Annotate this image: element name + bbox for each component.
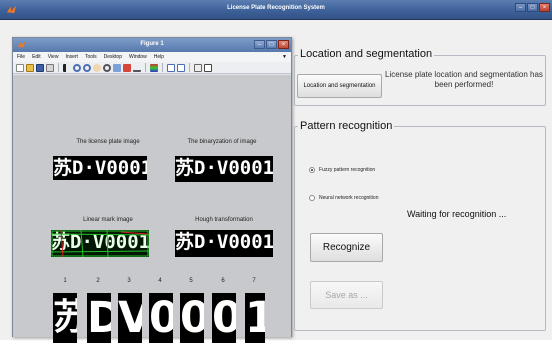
brush-icon[interactable] xyxy=(123,63,131,72)
pointer-icon[interactable] xyxy=(63,63,71,72)
segmented-char-3: V xyxy=(118,293,142,343)
save-icon[interactable] xyxy=(36,63,44,72)
pattern-group-label: Pattern recognition xyxy=(298,120,395,132)
hide-tools-icon[interactable] xyxy=(177,63,185,72)
dock-tools-icon[interactable] xyxy=(204,63,212,72)
figure-minimize-button[interactable]: – xyxy=(254,40,265,49)
link-icon[interactable] xyxy=(133,64,141,72)
fuzzy-radio-button[interactable] xyxy=(309,167,315,173)
hough-image: 苏D·V0001 xyxy=(175,230,273,257)
neural-radio-label: Neural network recognition xyxy=(319,195,379,201)
segmented-char-5: 0 xyxy=(180,293,204,343)
menu-desktop[interactable]: Desktop xyxy=(104,54,122,60)
binaryzation-image: 苏D·V0001 xyxy=(175,156,273,182)
bottom-strip xyxy=(0,340,552,354)
menu-edit[interactable]: Edit xyxy=(32,54,41,60)
rotate-icon[interactable] xyxy=(103,63,111,72)
linear-mark-image: 苏D·V0001 xyxy=(51,230,149,257)
neural-radio-row[interactable]: Neural network recognition xyxy=(309,195,378,201)
toolbar-separator xyxy=(58,63,59,72)
hough-title: Hough transformation xyxy=(195,217,253,223)
toolbar-separator xyxy=(189,63,190,72)
menu-tools[interactable]: Tools xyxy=(85,54,97,60)
figure-titlebar[interactable]: Figure 1 – □ × xyxy=(13,38,291,52)
char-label: 4 xyxy=(158,278,162,284)
zoom-out-icon[interactable] xyxy=(83,63,91,72)
menu-insert[interactable]: Insert xyxy=(65,54,78,60)
show-tools-icon[interactable] xyxy=(194,63,202,72)
minimize-button[interactable]: – xyxy=(515,3,526,12)
figure-toolbar xyxy=(13,62,291,74)
binaryzation-title: The binaryzation of image xyxy=(187,139,257,145)
figure-window: Figure 1 – □ × File Edit View Insert Too… xyxy=(12,37,292,343)
char-label: 1 xyxy=(63,278,67,284)
menu-dock-arrow-icon[interactable]: ▼ xyxy=(282,54,287,60)
menu-help[interactable]: Help xyxy=(154,54,164,60)
print-icon[interactable] xyxy=(46,63,54,72)
license-plate-title: The license plate image xyxy=(76,139,140,145)
segmented-char-4: 0 xyxy=(149,293,173,343)
char-label: 5 xyxy=(189,278,193,284)
char-label: 6 xyxy=(221,278,225,284)
app-title: License Plate Recognition System xyxy=(227,5,325,11)
zoom-in-icon[interactable] xyxy=(73,63,81,72)
segmented-char-7: 1 xyxy=(245,293,265,343)
pan-icon[interactable] xyxy=(93,63,101,72)
location-status-text: License plate location and segmentation … xyxy=(385,70,543,89)
menu-view[interactable]: View xyxy=(48,54,59,60)
figure-close-button[interactable]: × xyxy=(278,40,289,49)
save-as-button[interactable]: Save as ... xyxy=(310,281,383,309)
neural-radio-button[interactable] xyxy=(309,195,315,201)
recognition-status-text: Waiting for recognition ... xyxy=(407,209,507,219)
segmented-char-2: D xyxy=(87,293,111,343)
menu-file[interactable]: File xyxy=(17,54,25,60)
app-titlebar: License Plate Recognition System – □ × xyxy=(0,0,552,20)
legend-icon[interactable] xyxy=(167,63,175,72)
fuzzy-radio-row[interactable]: Fuzzy pattern recognition xyxy=(309,167,375,173)
license-plate-image: 苏D·V0001 xyxy=(53,156,147,180)
new-icon[interactable] xyxy=(16,63,24,72)
toolbar-separator xyxy=(145,63,146,72)
segmented-char-6: 0 xyxy=(212,293,236,343)
maximize-button[interactable]: □ xyxy=(527,3,538,12)
menu-window[interactable]: Window xyxy=(129,54,147,60)
char-label: 7 xyxy=(252,278,256,284)
char-label: 2 xyxy=(96,278,100,284)
segmented-char-1: 苏 xyxy=(53,293,77,343)
app-window-controls: – □ × xyxy=(515,3,550,12)
linear-mark-overlay xyxy=(51,230,149,257)
toolbar-separator xyxy=(162,63,163,72)
linear-mark-title: Linear mark image xyxy=(83,217,133,223)
figure-title: Figure 1 xyxy=(140,41,164,47)
colorbar-icon[interactable] xyxy=(150,63,158,72)
location-segmentation-button[interactable]: Location and segmentation xyxy=(297,74,382,98)
open-icon[interactable] xyxy=(26,63,34,72)
recognize-button[interactable]: Recognize xyxy=(310,233,383,262)
data-cursor-icon[interactable] xyxy=(113,63,121,72)
figure-window-controls: – □ × xyxy=(254,40,289,49)
char-label: 3 xyxy=(127,278,131,284)
location-group-label: Location and segmentation xyxy=(298,48,435,60)
figure-menubar: File Edit View Insert Tools Desktop Wind… xyxy=(13,52,291,62)
close-button[interactable]: × xyxy=(539,3,550,12)
fuzzy-radio-label: Fuzzy pattern recognition xyxy=(319,167,376,173)
figure-maximize-button[interactable]: □ xyxy=(266,40,277,49)
